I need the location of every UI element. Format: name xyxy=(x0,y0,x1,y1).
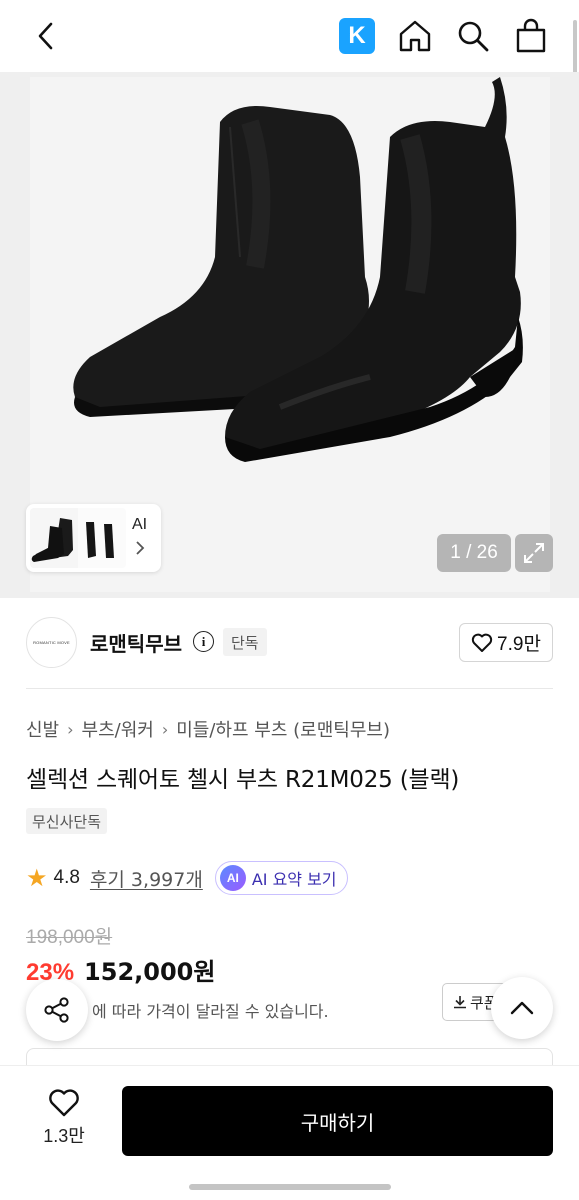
chevron-right-icon: › xyxy=(67,719,74,739)
brand-like-button[interactable]: 7.9만 xyxy=(459,623,553,662)
divider xyxy=(26,688,553,689)
brand-logo-text: ROMANTIC MOVE xyxy=(33,640,70,645)
wishlist-button[interactable]: 1.3만 xyxy=(34,1088,94,1158)
original-price: 198,000원 xyxy=(26,927,113,948)
sale-price: 152,000원 xyxy=(84,958,216,986)
product-image-gallery[interactable]: AI 1 / 26 xyxy=(0,72,579,598)
back-button[interactable] xyxy=(30,18,62,54)
top-navigation-bar: K xyxy=(0,0,579,74)
ai-thumbnail-card[interactable]: AI xyxy=(26,504,161,572)
heart-icon xyxy=(471,633,493,652)
home-indicator xyxy=(189,1184,391,1190)
image-counter: 1 / 26 xyxy=(437,534,511,572)
kakao-k-button[interactable]: K xyxy=(339,18,375,54)
ai-icon: AI xyxy=(219,865,246,891)
musinsa-exclusive-tag: 무신사단독 xyxy=(26,808,108,834)
scrollbar[interactable] xyxy=(573,20,577,74)
exclusive-badge: 단독 xyxy=(223,628,267,656)
search-button[interactable] xyxy=(453,16,493,56)
expand-icon xyxy=(524,543,544,563)
rating-row: ★ 4.8 후기 3,997개 AI AI 요약 보기 xyxy=(26,860,348,896)
star-icon: ★ xyxy=(26,864,48,892)
brand-like-count: 7.9만 xyxy=(497,634,541,655)
ai-summary-label: AI 요약 보기 xyxy=(251,870,337,889)
home-button[interactable] xyxy=(395,16,435,56)
scroll-to-top-button[interactable] xyxy=(491,977,553,1039)
price-note: 에 따라 가격이 달라질 수 있습니다. xyxy=(92,1002,329,1021)
breadcrumb-item[interactable]: 신발 xyxy=(26,716,59,742)
share-icon xyxy=(44,997,69,1023)
heart-icon xyxy=(49,1089,79,1117)
bottom-action-bar: 1.3만 구매하기 xyxy=(0,1066,579,1200)
cart-button[interactable] xyxy=(511,16,551,56)
brand-row: ROMANTIC MOVE 로맨틱무브 i 단독 7.9만 xyxy=(0,598,579,688)
reviews-link[interactable]: 후기 3,997개 xyxy=(90,865,203,892)
breadcrumb-item[interactable]: 미들/하프 부츠 (로맨틱무브) xyxy=(176,716,390,742)
brand-name[interactable]: 로맨틱무브 xyxy=(90,628,182,657)
home-icon xyxy=(399,20,431,52)
chevron-right-icon: › xyxy=(161,719,169,739)
shopping-bag-icon xyxy=(516,18,546,53)
breadcrumb: 신발 › 부츠/워커 › 미들/하프 부츠 (로맨틱무브) xyxy=(26,716,390,742)
breadcrumb-item[interactable]: 부츠/워커 xyxy=(82,716,154,742)
brand-logo[interactable]: ROMANTIC MOVE xyxy=(26,617,77,668)
info-icon[interactable]: i xyxy=(193,631,214,652)
thumbnail-ai-label: AI xyxy=(132,516,148,533)
wishlist-count: 1.3만 xyxy=(43,1126,85,1146)
download-icon xyxy=(454,996,466,1009)
chevron-up-icon xyxy=(510,1001,534,1015)
expand-button[interactable] xyxy=(515,534,553,572)
chevron-right-icon xyxy=(135,540,145,560)
product-title: 셀렉션 스퀘어토 첼시 부츠 R21M025 (블랙) xyxy=(26,767,460,793)
chevron-left-icon xyxy=(38,22,53,50)
share-button[interactable] xyxy=(26,979,88,1041)
ai-summary-button[interactable]: AI AI 요약 보기 xyxy=(214,861,348,895)
rating-value: 4.8 xyxy=(53,867,80,888)
buy-button[interactable]: 구매하기 xyxy=(122,1086,553,1156)
search-icon xyxy=(458,21,489,52)
thumbnail-image xyxy=(30,508,126,568)
